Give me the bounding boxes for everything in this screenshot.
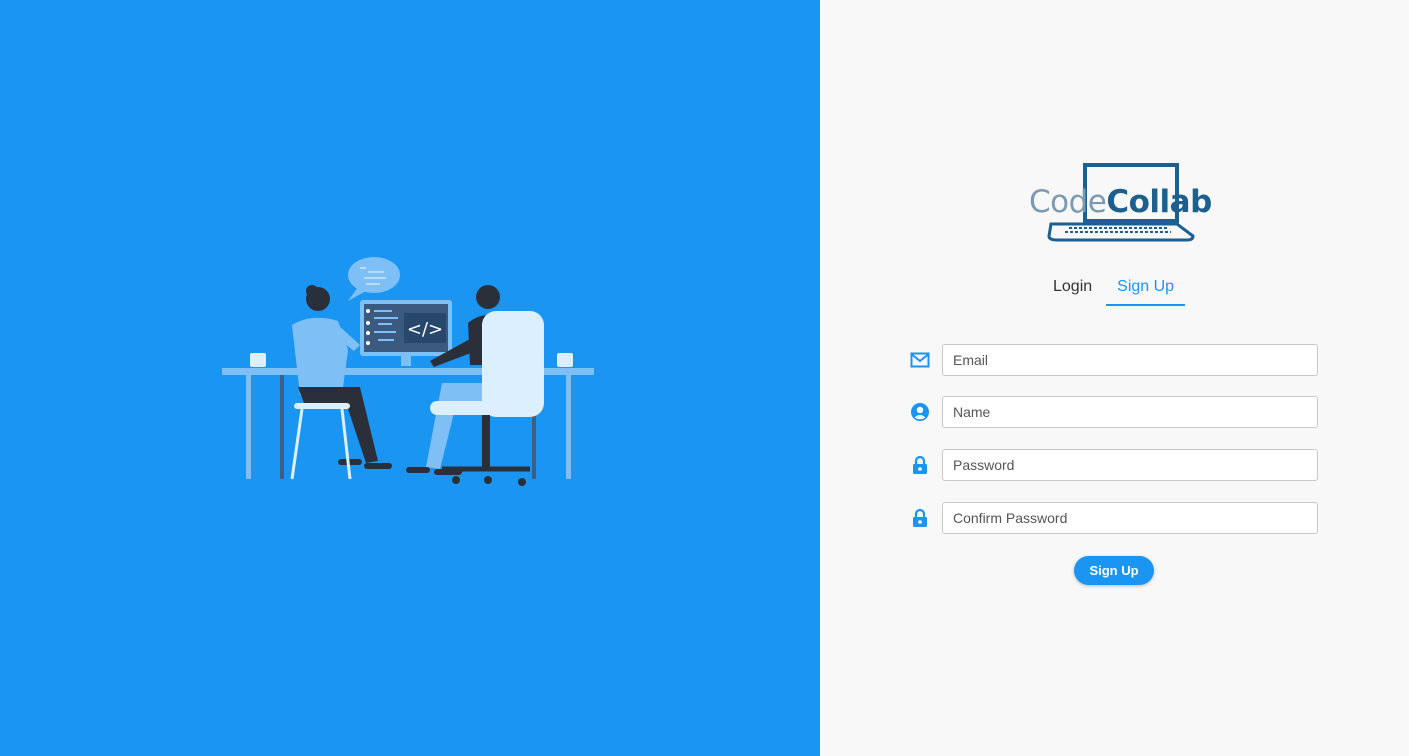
logo-text-code: Code bbox=[1029, 184, 1107, 220]
developers-at-desk-illustration: </> bbox=[222, 257, 594, 486]
auth-tabs: Login Sign Up bbox=[1045, 270, 1186, 306]
email-row bbox=[908, 344, 1318, 376]
lock-icon bbox=[908, 506, 932, 530]
monitor-icon: </> bbox=[360, 300, 452, 366]
lock-icon bbox=[908, 453, 932, 477]
tab-login[interactable]: Login bbox=[1045, 270, 1100, 306]
email-field[interactable] bbox=[942, 344, 1318, 376]
sign-up-button[interactable]: Sign Up bbox=[1074, 556, 1154, 585]
name-field[interactable] bbox=[942, 396, 1318, 428]
speech-bubble-icon bbox=[348, 257, 400, 301]
user-circle-icon bbox=[908, 400, 932, 424]
confirm-password-field[interactable] bbox=[942, 502, 1318, 534]
signup-page: </> CodeCollab Login Sign Up Email Name … bbox=[0, 0, 1409, 756]
logo-wordmark: CodeCollab bbox=[1029, 184, 1212, 220]
password-row bbox=[908, 449, 1318, 481]
illustration-panel: </> bbox=[0, 0, 820, 756]
password-field[interactable] bbox=[942, 449, 1318, 481]
logo-text-collab: Collab bbox=[1106, 184, 1212, 220]
auth-panel: CodeCollab Login Sign Up Email Name Sign… bbox=[820, 0, 1409, 756]
confirm-password-row bbox=[908, 502, 1318, 534]
svg-text:</>: </> bbox=[407, 319, 443, 340]
mail-icon bbox=[908, 348, 932, 372]
codecollab-logo: CodeCollab bbox=[1029, 162, 1212, 244]
tab-signup[interactable]: Sign Up bbox=[1106, 270, 1186, 306]
name-row bbox=[908, 396, 1318, 428]
